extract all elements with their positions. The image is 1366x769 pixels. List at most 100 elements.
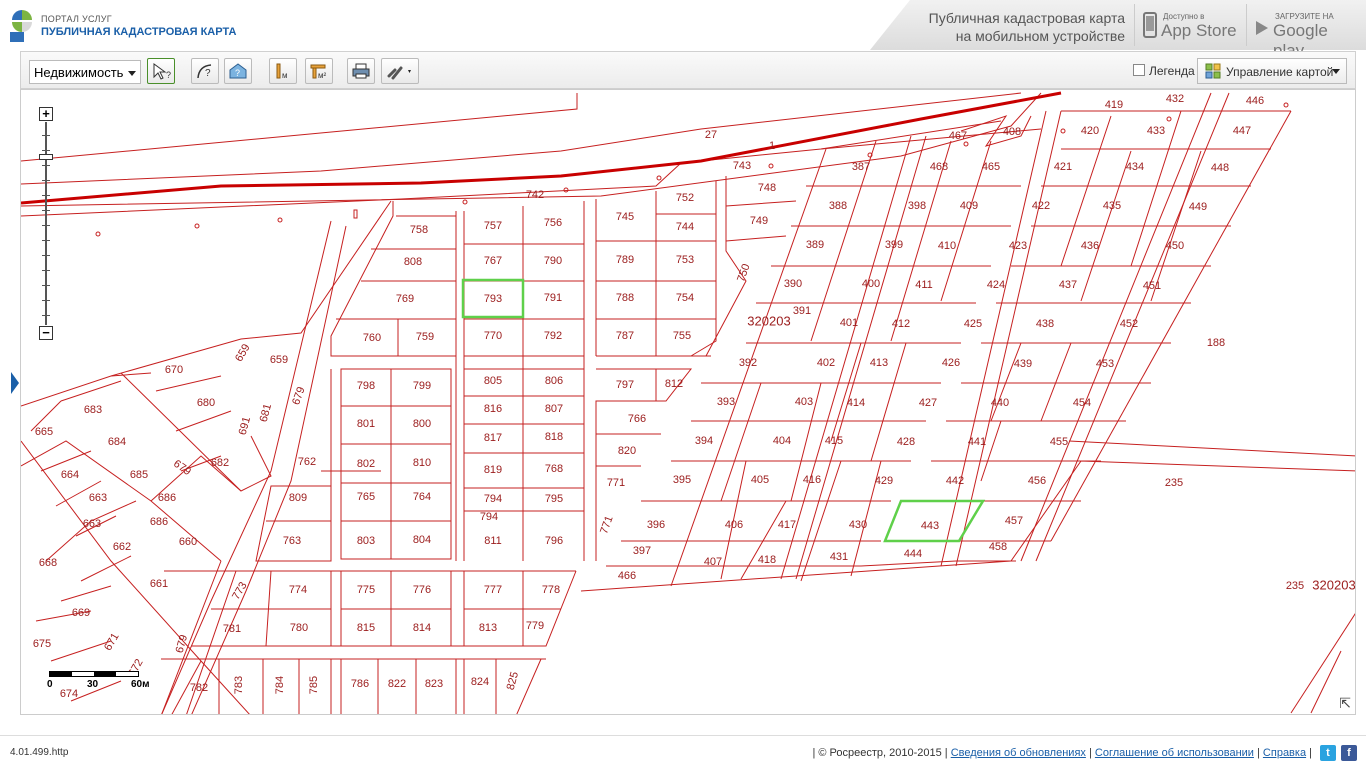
parcel-label[interactable]: 815 bbox=[357, 622, 375, 634]
parcel-label[interactable]: 420 bbox=[1081, 125, 1099, 137]
parcel-label[interactable]: 663 bbox=[89, 492, 107, 504]
parcel-label[interactable]: 434 bbox=[1126, 161, 1144, 173]
parcel-label[interactable]: 785 bbox=[308, 676, 320, 694]
parcel-label[interactable]: 398 bbox=[908, 200, 926, 212]
parcel-label[interactable]: 395 bbox=[673, 474, 691, 486]
parcel-label[interactable]: 765 bbox=[357, 491, 375, 503]
parcel-label[interactable]: 674 bbox=[60, 688, 78, 700]
parcel-label[interactable]: 413 bbox=[870, 357, 888, 369]
parcel-label[interactable]: 404 bbox=[773, 435, 791, 447]
parcel-label[interactable]: 444 bbox=[904, 548, 922, 560]
parcel-label[interactable]: 664 bbox=[61, 469, 79, 481]
parcel-label[interactable]: 388 bbox=[829, 200, 847, 212]
parcel-label[interactable]: 764 bbox=[413, 491, 431, 503]
parcel-label[interactable]: 790 bbox=[544, 255, 562, 267]
parcel-label[interactable]: 773 bbox=[230, 580, 250, 602]
parcel-label[interactable]: 188 bbox=[1207, 337, 1225, 349]
parcel-label[interactable]: 789 bbox=[616, 254, 634, 266]
parcel-label[interactable]: 436 bbox=[1081, 240, 1099, 252]
parcel-label[interactable]: 771 bbox=[607, 477, 625, 489]
parcel-label[interactable]: 804 bbox=[413, 534, 431, 546]
info-building-button[interactable]: ? bbox=[224, 58, 252, 84]
cadastral-map[interactable]: 758 757 756 745 752 744 743 748 749 808 767 790 789 7… bbox=[20, 89, 1356, 715]
parcel-label[interactable]: 680 bbox=[197, 397, 215, 409]
measure-length-button[interactable]: м bbox=[269, 58, 297, 84]
parcel-label[interactable]: 421 bbox=[1054, 161, 1072, 173]
parcel-label[interactable]: 390 bbox=[784, 278, 802, 290]
parcel-label[interactable]: 448 bbox=[1211, 162, 1229, 174]
parcel-label[interactable]: 791 bbox=[544, 292, 562, 304]
parcel-label[interactable]: 441 bbox=[968, 436, 986, 448]
parcel-label[interactable]: 754 bbox=[676, 292, 694, 304]
parcel-label[interactable]: 807 bbox=[545, 403, 563, 415]
parcel-label[interactable]: 681 bbox=[258, 403, 274, 424]
parcel-label[interactable]: 805 bbox=[484, 375, 502, 387]
parcel-label[interactable]: 422 bbox=[1032, 200, 1050, 212]
parcel-label[interactable]: 816 bbox=[484, 403, 502, 415]
parcel-label[interactable]: 440 bbox=[991, 397, 1009, 409]
parcel-label[interactable]: 770 bbox=[484, 330, 502, 342]
parcel-label[interactable]: 782 bbox=[190, 682, 208, 694]
parcel-label[interactable]: 748 bbox=[758, 182, 776, 194]
parcel-label[interactable]: 777 bbox=[484, 584, 502, 596]
parcel-label[interactable]: 783 bbox=[233, 676, 245, 694]
parcel-label[interactable]: 799 bbox=[413, 380, 431, 392]
parcel-label[interactable]: 784 bbox=[274, 676, 286, 694]
parcel-label[interactable]: 665 bbox=[35, 426, 53, 438]
parcel-label[interactable]: 683 bbox=[84, 404, 102, 416]
parcel-label[interactable]: 780 bbox=[290, 622, 308, 634]
map-manage-button[interactable]: Управление картой bbox=[1197, 58, 1347, 84]
parcel-label[interactable]: 797 bbox=[616, 379, 634, 391]
parcel-label[interactable]: 408 bbox=[1003, 126, 1021, 138]
parcel-label[interactable]: 776 bbox=[413, 584, 431, 596]
parcel-label[interactable]: 399 bbox=[885, 239, 903, 251]
parcel-label[interactable]: 393 bbox=[717, 396, 735, 408]
parcel-label[interactable]: 820 bbox=[618, 445, 636, 457]
parcel-label[interactable]: 468 bbox=[930, 161, 948, 173]
twitter-icon[interactable]: t bbox=[1320, 745, 1336, 761]
parcel-label[interactable]: 778 bbox=[542, 584, 560, 596]
parcel-label[interactable]: 387 bbox=[852, 161, 870, 173]
parcel-label[interactable]: 389 bbox=[806, 239, 824, 251]
parcel-label[interactable]: 744 bbox=[676, 221, 694, 233]
parcel-label[interactable]: 679 bbox=[174, 634, 190, 655]
parcel-label[interactable]: 757 bbox=[484, 220, 502, 232]
link-button[interactable] bbox=[381, 58, 419, 84]
parcel-label[interactable]: 682 bbox=[211, 457, 229, 469]
parcel-label[interactable]: 466 bbox=[618, 570, 636, 582]
parcel-label[interactable]: 415 bbox=[825, 435, 843, 447]
parcel-label[interactable]: 428 bbox=[897, 436, 915, 448]
parcel-label[interactable]: 818 bbox=[545, 431, 563, 443]
parcel-label[interactable]: 412 bbox=[892, 318, 910, 330]
parcel-label[interactable]: 660 bbox=[179, 536, 197, 548]
updates-link[interactable]: Сведения об обновлениях bbox=[951, 747, 1086, 759]
parcel-label[interactable]: 824 bbox=[471, 676, 489, 688]
parcel-label[interactable]: 452 bbox=[1120, 318, 1138, 330]
parcel-label[interactable]: 426 bbox=[942, 357, 960, 369]
parcel-label[interactable]: 759 bbox=[416, 331, 434, 343]
parcel-label[interactable]: 454 bbox=[1073, 397, 1091, 409]
parcel-label[interactable]: 659 bbox=[270, 354, 288, 366]
parcel-label[interactable]: 437 bbox=[1059, 279, 1077, 291]
parcel-label[interactable]: 679 bbox=[290, 385, 308, 406]
print-button[interactable] bbox=[347, 58, 375, 84]
parcel-label[interactable]: 403 bbox=[795, 396, 813, 408]
rosreestr-logo-icon[interactable] bbox=[10, 8, 34, 42]
parcel-label[interactable]: 798 bbox=[357, 380, 375, 392]
parcel-label[interactable]: 767 bbox=[484, 255, 502, 267]
parcel-label[interactable]: 743 bbox=[733, 160, 751, 172]
parcel-label[interactable]: 679 bbox=[171, 458, 193, 478]
parcel-label[interactable]: 753 bbox=[676, 254, 694, 266]
parcel-label[interactable]: 822 bbox=[388, 678, 406, 690]
parcel-label[interactable]: 803 bbox=[357, 535, 375, 547]
parcel-label[interactable]: 402 bbox=[817, 357, 835, 369]
googleplay-button[interactable]: ЗАГРУЗИТЕ НА Google play bbox=[1246, 4, 1357, 60]
parcel-label[interactable]: 235 bbox=[1286, 580, 1304, 592]
parcel-label[interactable]: 1 bbox=[769, 140, 775, 152]
resize-icon[interactable]: ⇱ bbox=[1339, 695, 1351, 712]
parcel-label[interactable]: 787 bbox=[616, 330, 634, 342]
parcel-label[interactable]: 435 bbox=[1103, 200, 1121, 212]
parcel-label[interactable]: 760 bbox=[363, 332, 381, 344]
parcel-label[interactable]: 414 bbox=[847, 397, 865, 409]
parcel-label[interactable]: 392 bbox=[739, 357, 757, 369]
